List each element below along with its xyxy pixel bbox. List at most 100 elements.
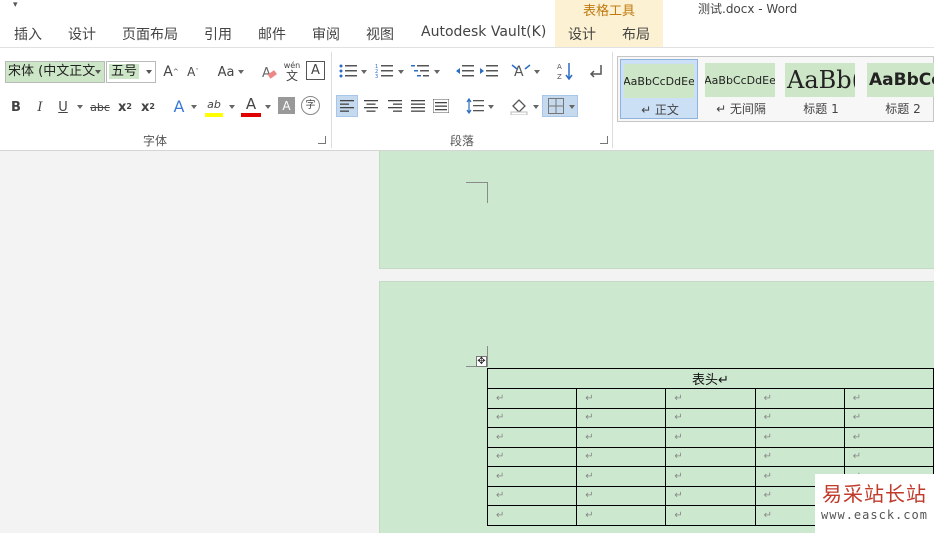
text-effects-caret-icon[interactable] — [191, 105, 197, 109]
table-cell[interactable]: ↵ — [576, 505, 667, 526]
font-name-dropdown-icon[interactable] — [95, 70, 101, 74]
shading-icon[interactable] — [508, 95, 530, 117]
table-cell[interactable]: ↵ — [843, 446, 934, 467]
page-1[interactable] — [379, 151, 934, 269]
tab-autodesk-vault[interactable]: Autodesk Vault(K) — [421, 24, 546, 40]
style-heading-2[interactable]: AaBbCc 标题 2 — [864, 59, 934, 119]
style-no-spacing[interactable]: AaBbCcDdEe ↵ 无间隔 — [702, 59, 780, 119]
decrease-indent-icon[interactable] — [455, 62, 474, 80]
bullets-icon[interactable] — [338, 61, 358, 81]
tab-view[interactable]: 视图 — [366, 24, 394, 44]
table-cell[interactable]: ↵ — [486, 427, 578, 448]
tab-page-layout[interactable]: 页面布局 — [122, 24, 178, 44]
clear-formatting-icon[interactable]: A — [259, 61, 279, 83]
superscript-button[interactable]: x2 — [138, 97, 158, 117]
table-move-handle-icon[interactable]: ✥ — [476, 356, 487, 367]
justify-button[interactable] — [408, 95, 428, 117]
table-cell[interactable]: ↵ — [576, 446, 667, 467]
table-cell[interactable]: ↵ — [754, 427, 845, 448]
multilevel-list-icon[interactable] — [410, 61, 430, 81]
quick-access-customize-icon[interactable]: ▾ — [13, 0, 18, 10]
text-effects-button[interactable]: A — [170, 96, 188, 118]
table-cell[interactable]: ↵ — [486, 388, 578, 409]
paragraph-dialog-launcher-icon[interactable] — [600, 136, 608, 144]
distributed-button[interactable] — [431, 95, 451, 117]
table-cell[interactable]: ↵ — [576, 407, 667, 428]
table-cell[interactable]: ↵ — [576, 388, 667, 409]
chinese-layout-icon[interactable]: A — [510, 60, 532, 82]
tab-table-design[interactable]: 设计 — [568, 24, 596, 44]
table-cell[interactable]: ↵ — [754, 388, 845, 409]
numbering-caret-icon[interactable] — [398, 70, 404, 74]
ribbon-separator — [331, 52, 332, 148]
line-spacing-icon[interactable] — [465, 95, 485, 117]
table-cell[interactable]: ↵ — [843, 388, 934, 409]
shading-caret-icon[interactable] — [533, 105, 539, 109]
font-color-caret-icon[interactable] — [265, 105, 271, 109]
table-header-cell[interactable]: 表头↵ — [487, 368, 934, 389]
bold-button[interactable]: B — [7, 97, 25, 117]
change-case-button[interactable]: Aa — [214, 62, 238, 82]
character-border-icon[interactable]: A — [306, 61, 325, 80]
style-heading-1[interactable]: AaBb( 标题 1 — [782, 59, 860, 119]
character-shading-button[interactable]: A — [278, 97, 295, 114]
table-cell[interactable]: ↵ — [665, 446, 756, 467]
table-row: ↵↵↵↵↵ — [486, 388, 934, 409]
underline-button[interactable]: U — [54, 97, 72, 117]
font-color-button[interactable]: A — [241, 95, 261, 113]
underline-caret-icon[interactable] — [77, 105, 83, 109]
numbering-icon[interactable]: 123 — [374, 61, 394, 81]
table-cell[interactable]: ↵ — [843, 427, 934, 448]
table-cell[interactable]: ↵ — [486, 466, 578, 487]
increase-indent-icon[interactable] — [479, 62, 498, 80]
enclose-characters-button[interactable]: 字 — [301, 96, 320, 115]
table-cell[interactable]: ↵ — [665, 505, 756, 526]
tab-table-layout[interactable]: 布局 — [622, 24, 650, 44]
font-dialog-launcher-icon[interactable] — [318, 136, 326, 144]
grow-font-icon[interactable]: A ^ — [162, 62, 180, 82]
table-cell[interactable]: ↵ — [665, 388, 756, 409]
table-cell[interactable]: ↵ — [754, 407, 845, 428]
align-left-button[interactable] — [336, 95, 358, 117]
tab-design[interactable]: 设计 — [68, 24, 96, 44]
table-cell[interactable]: ↵ — [665, 466, 756, 487]
multilevel-caret-icon[interactable] — [434, 70, 440, 74]
table-cell[interactable]: ↵ — [576, 466, 667, 487]
table-cell[interactable]: ↵ — [576, 485, 667, 506]
highlight-caret-icon[interactable] — [229, 105, 235, 109]
highlight-color-bar — [205, 113, 223, 117]
borders-caret-icon[interactable] — [569, 105, 575, 109]
sort-icon[interactable]: AZ — [555, 60, 575, 82]
subscript-button[interactable]: x2 — [115, 97, 135, 117]
strikethrough-button[interactable]: abc — [88, 97, 112, 117]
table-cell[interactable]: ↵ — [486, 485, 578, 506]
table-cell[interactable]: ↵ — [486, 407, 578, 428]
table-cell[interactable]: ↵ — [665, 485, 756, 506]
table-cell[interactable]: ↵ — [843, 407, 934, 428]
styles-gallery: AaBbCcDdEe ↵ 正文 AaBbCcDdEe ↵ 无间隔 AaBb( 标… — [617, 56, 934, 122]
style-normal[interactable]: AaBbCcDdEe ↵ 正文 — [620, 59, 698, 119]
table-cell[interactable]: ↵ — [486, 505, 578, 526]
change-case-caret-icon[interactable] — [238, 70, 244, 74]
table-cell[interactable]: ↵ — [576, 427, 667, 448]
font-size-dropdown-icon[interactable] — [146, 70, 152, 74]
chinese-layout-caret-icon[interactable] — [534, 70, 540, 74]
bullets-caret-icon[interactable] — [361, 70, 367, 74]
align-center-button[interactable] — [361, 95, 381, 117]
shrink-font-icon[interactable]: Aˇ — [184, 62, 202, 82]
tab-insert[interactable]: 插入 — [14, 24, 42, 44]
font-name-combobox[interactable]: 宋体 (中文正文 — [5, 61, 105, 83]
show-formatting-marks-icon[interactable] — [586, 61, 606, 81]
tab-review[interactable]: 审阅 — [312, 24, 340, 44]
align-right-button[interactable] — [385, 95, 405, 117]
tab-references[interactable]: 引用 — [204, 24, 232, 44]
italic-button[interactable]: I — [31, 97, 49, 117]
table-cell[interactable]: ↵ — [754, 446, 845, 467]
table-cell[interactable]: ↵ — [486, 446, 578, 467]
highlight-button[interactable]: ab — [203, 95, 225, 113]
line-spacing-caret-icon[interactable] — [488, 105, 494, 109]
tab-mailings[interactable]: 邮件 — [258, 24, 286, 44]
table-cell[interactable]: ↵ — [665, 407, 756, 428]
table-cell[interactable]: ↵ — [665, 427, 756, 448]
phonetic-guide-icon[interactable]: wén 文 — [282, 60, 302, 84]
